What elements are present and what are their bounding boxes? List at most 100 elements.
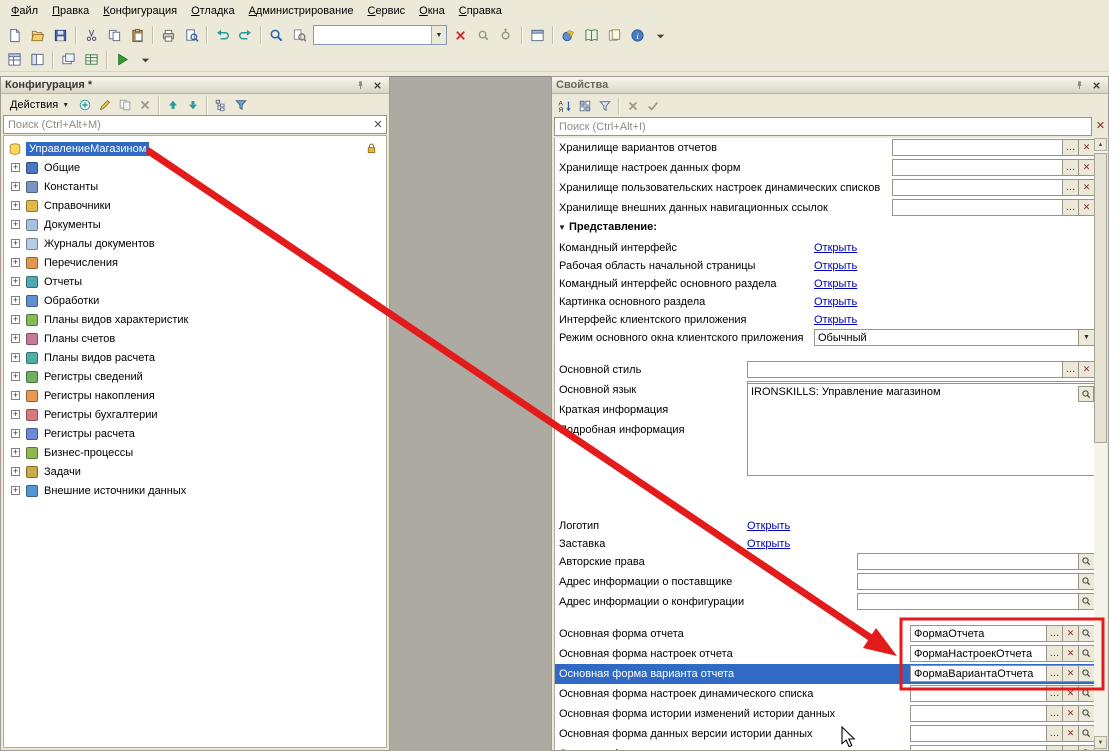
vertical-scrollbar[interactable]: ▲ ▼ — [1094, 138, 1107, 749]
hierarchy-button[interactable] — [211, 96, 231, 114]
menu-отладка[interactable]: Отладка — [184, 2, 242, 20]
prop-row[interactable]: Основная форма истории изменений истории… — [555, 704, 1097, 724]
apply-button[interactable] — [643, 97, 663, 115]
find-prev-button[interactable] — [495, 24, 518, 46]
prop-row[interactable]: Основная форма данных версии истории дан… — [555, 724, 1097, 744]
pin-button[interactable] — [353, 79, 368, 92]
props-filter-button[interactable] — [595, 97, 615, 115]
expand-icon[interactable]: + — [11, 429, 20, 438]
find-next-button[interactable] — [472, 24, 495, 46]
open-link[interactable]: Открыть — [747, 538, 790, 550]
clear-button[interactable]: ✕ — [1062, 666, 1078, 681]
clear-button[interactable] — [449, 24, 472, 46]
expand-icon[interactable]: + — [11, 201, 20, 210]
tree-item[interactable]: +Отчеты — [4, 272, 386, 291]
prop-field[interactable]: …✕ — [892, 159, 1095, 176]
find-replace-button[interactable] — [288, 24, 311, 46]
menu-окна[interactable]: Окна — [412, 2, 452, 20]
prop-row[interactable]: Основная форма…✕ — [555, 744, 1097, 750]
clear-button[interactable]: ✕ — [1062, 746, 1078, 750]
ellipsis-button[interactable]: … — [1062, 200, 1078, 215]
tree-item[interactable]: +Документы — [4, 215, 386, 234]
metadata-button[interactable] — [3, 49, 26, 71]
ellipsis-button[interactable]: … — [1062, 160, 1078, 175]
modules-button[interactable] — [603, 24, 626, 46]
delete-button[interactable] — [135, 96, 155, 114]
prop-row[interactable]: Основной стиль…✕ — [555, 360, 1097, 380]
tree-item[interactable]: +Справочники — [4, 196, 386, 215]
prop-field[interactable]: …✕ — [910, 725, 1095, 742]
tree-item[interactable]: +Планы видов расчета — [4, 348, 386, 367]
scroll-up-icon[interactable]: ▲ — [1094, 138, 1107, 151]
more-button[interactable] — [649, 24, 672, 46]
categories-button[interactable] — [575, 97, 595, 115]
prop-row[interactable]: Основная форма отчетаФормаОтчета…✕ — [555, 624, 1097, 644]
tree-item[interactable]: +Задачи — [4, 462, 386, 481]
prop-row[interactable]: Режим основного окна клиентского приложе… — [555, 328, 1097, 348]
prop-section[interactable]: ▼Представление: — [555, 218, 1097, 238]
expand-icon[interactable]: + — [11, 372, 20, 381]
tree-item[interactable]: +Обработки — [4, 291, 386, 310]
clear-button[interactable]: ✕ — [1062, 686, 1078, 701]
collapse-triangle-icon[interactable]: ▼ — [558, 223, 566, 232]
open-link[interactable]: Открыть — [814, 260, 857, 272]
expand-icon[interactable]: + — [11, 353, 20, 362]
prop-field[interactable]: ФормаНастроекОтчета…✕ — [910, 645, 1095, 662]
add-button[interactable] — [75, 96, 95, 114]
zoom-button[interactable] — [1078, 646, 1094, 661]
prop-field[interactable] — [857, 553, 1095, 570]
prop-row[interactable]: Адрес информации о конфигурации — [555, 592, 1097, 612]
prop-field[interactable] — [857, 593, 1095, 610]
menu-файл[interactable]: Файл — [4, 2, 45, 20]
menu-сервис[interactable]: Сервис — [360, 2, 412, 20]
filter-button[interactable] — [231, 96, 251, 114]
prop-row[interactable]: Картинка основного разделаОткрыть — [555, 292, 1097, 310]
search-close-icon[interactable]: ✕ — [1094, 119, 1107, 134]
prop-row[interactable]: Подробная информацияIRONSKILLS: Управлен… — [555, 420, 1097, 516]
tree-item[interactable]: +Константы — [4, 177, 386, 196]
edit-button[interactable] — [95, 96, 115, 114]
tree-item[interactable]: +Регистры бухгалтерии — [4, 405, 386, 424]
clone-button[interactable] — [115, 96, 135, 114]
expand-icon[interactable]: + — [11, 467, 20, 476]
tree-item[interactable]: +Общие — [4, 158, 386, 177]
ellipsis-button[interactable]: … — [1046, 706, 1062, 721]
clear-button[interactable]: ✕ — [1078, 180, 1094, 195]
prop-row[interactable]: Рабочая область начальной страницыОткрыт… — [555, 256, 1097, 274]
tree-item[interactable]: +Регистры накопления — [4, 386, 386, 405]
expand-icon[interactable]: + — [11, 220, 20, 229]
prop-field[interactable]: …✕ — [910, 745, 1095, 750]
expand-icon[interactable]: + — [11, 258, 20, 267]
prop-row[interactable]: Основная форма настроек динамического сп… — [555, 684, 1097, 704]
prop-row[interactable]: Основная форма настроек отчетаФормаНастр… — [555, 644, 1097, 664]
scroll-down-icon[interactable]: ▼ — [1094, 736, 1107, 749]
expand-icon[interactable]: + — [11, 239, 20, 248]
prop-row[interactable]: Хранилище настроек данных форм…✕ — [555, 158, 1097, 178]
zoom-button[interactable] — [1078, 746, 1094, 750]
toolbar-search-input[interactable] — [314, 29, 431, 41]
expand-icon[interactable]: + — [11, 163, 20, 172]
expand-icon[interactable]: + — [11, 486, 20, 495]
menu-администрирование[interactable]: Администрирование — [242, 2, 361, 20]
zoom-button[interactable] — [1078, 706, 1094, 721]
preview-button[interactable] — [180, 24, 203, 46]
clear-button[interactable]: ✕ — [1062, 646, 1078, 661]
tree-item[interactable]: +Планы видов характеристик — [4, 310, 386, 329]
prop-row[interactable]: Адрес информации о поставщике — [555, 572, 1097, 592]
prop-field[interactable]: IRONSKILLS: Управление магазином — [747, 383, 1095, 476]
run-more-button[interactable] — [134, 49, 157, 71]
move-up-button[interactable] — [163, 96, 183, 114]
ellipsis-button[interactable]: … — [1062, 140, 1078, 155]
windows-button[interactable] — [57, 49, 80, 71]
tree-item[interactable]: +Журналы документов — [4, 234, 386, 253]
expand-icon[interactable]: + — [11, 334, 20, 343]
prop-row[interactable]: Авторские права — [555, 552, 1097, 572]
syntax-help-button[interactable] — [580, 24, 603, 46]
save-button[interactable] — [49, 24, 72, 46]
ellipsis-button[interactable]: … — [1046, 726, 1062, 741]
open-button[interactable] — [26, 24, 49, 46]
clear-button[interactable]: ✕ — [1078, 362, 1094, 377]
prop-field[interactable]: …✕ — [892, 139, 1095, 156]
close-panel-button[interactable] — [370, 79, 385, 92]
table-button[interactable] — [80, 49, 103, 71]
